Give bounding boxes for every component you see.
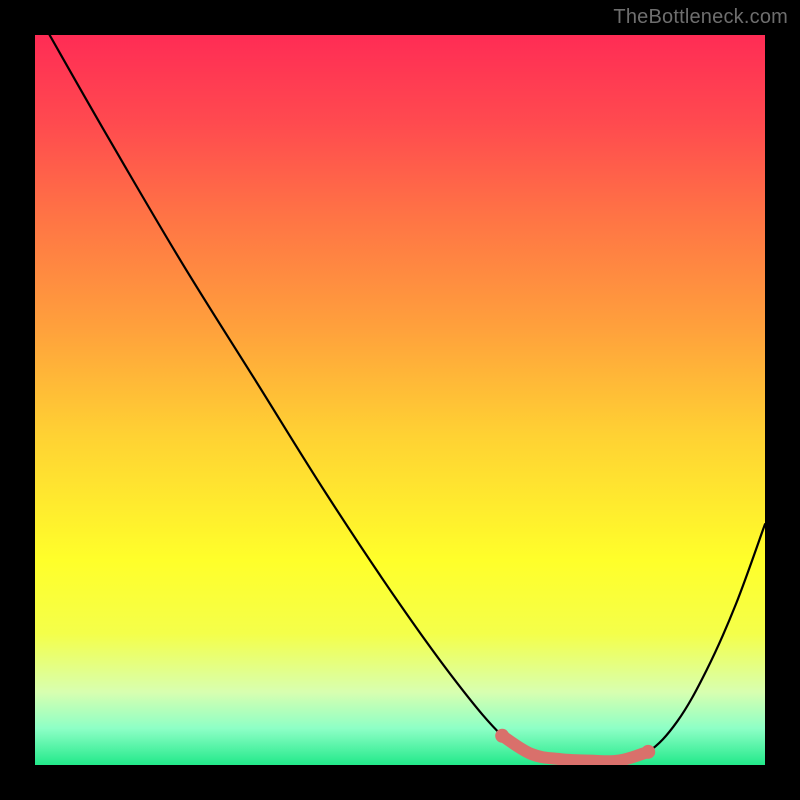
optimal-start-dot — [495, 729, 509, 743]
optimal-segment — [502, 736, 648, 762]
curve-line — [50, 35, 765, 761]
attribution-text: TheBottleneck.com — [613, 6, 788, 29]
optimal-end-dot — [641, 745, 655, 759]
chart-frame: TheBottleneck.com — [0, 0, 800, 800]
plot-area — [35, 35, 765, 765]
bottleneck-curve — [35, 35, 765, 765]
